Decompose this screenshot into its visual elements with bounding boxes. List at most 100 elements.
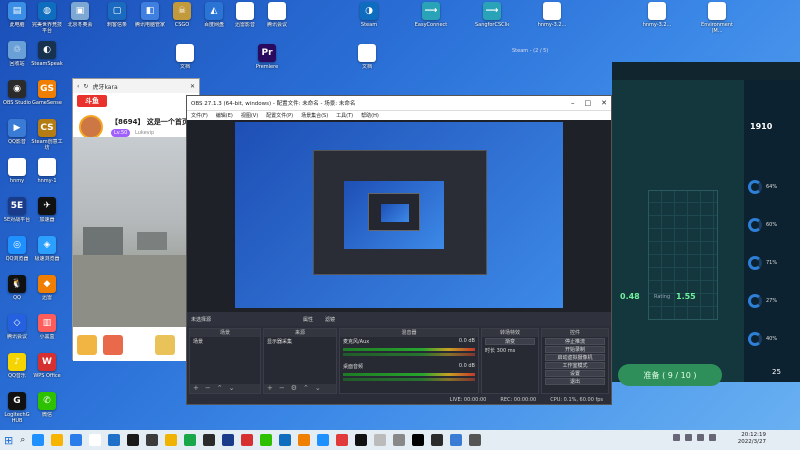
tray-icon[interactable] bbox=[709, 434, 716, 441]
taskbar-app-icon[interactable] bbox=[222, 434, 235, 446]
desktop-icon[interactable]: hnmy-1 bbox=[30, 158, 64, 184]
volume-slider[interactable] bbox=[343, 378, 475, 381]
desktop-icon[interactable]: ◭ 百度网盘 bbox=[197, 2, 231, 28]
desktop-icon[interactable]: ◧ 腾讯电脑管家 bbox=[133, 2, 167, 28]
taskbar-app-icon[interactable] bbox=[165, 434, 178, 446]
desktop-icon[interactable]: ◐ SteamSpeak bbox=[30, 41, 64, 67]
taskbar-app-icon[interactable] bbox=[298, 434, 311, 446]
clock[interactable]: 20:12:19 2022/3/27 bbox=[738, 432, 766, 446]
desktop-icon[interactable]: ▤ 此电脑 bbox=[0, 2, 34, 28]
desktop-icon[interactable]: ◆ 迅雷 bbox=[30, 275, 64, 301]
desktop-icon[interactable]: 文档 bbox=[168, 44, 202, 70]
live-stream-window[interactable]: ‹ ↻ 虎牙kara ✕ 斗鱼 【8694】 这是一个首页帐 Lv.50 Luk… bbox=[72, 78, 201, 361]
desktop-icon[interactable]: hnmy-3.2... bbox=[640, 2, 674, 28]
desktop-icon[interactable]: ◍ 完美世界竞技平台 bbox=[30, 2, 64, 34]
obs-menu-item[interactable]: 工具(T) bbox=[336, 112, 353, 119]
desktop-icon[interactable]: ◈ 极速浏览器 bbox=[30, 236, 64, 262]
taskbar-app-icon[interactable] bbox=[336, 434, 349, 446]
taskbar-app-icon[interactable] bbox=[203, 434, 216, 446]
search-icon[interactable]: ⌕ bbox=[20, 435, 25, 445]
ready-button[interactable]: 准备 ( 9 / 10 ) bbox=[618, 364, 722, 386]
taskbar-app-icon[interactable] bbox=[279, 434, 292, 446]
taskbar-app-icon[interactable] bbox=[127, 434, 140, 446]
desktop-icon[interactable]: Pr Premiere bbox=[250, 44, 284, 70]
maximize-icon[interactable]: □ bbox=[585, 99, 592, 107]
taskbar-app-icon[interactable] bbox=[317, 434, 330, 446]
desktop-icon[interactable]: ◑ Steam bbox=[352, 2, 386, 28]
taskbar-app-icon[interactable] bbox=[393, 434, 406, 446]
obs-preview[interactable] bbox=[187, 120, 611, 312]
gift-item[interactable] bbox=[103, 335, 123, 355]
desktop-icon[interactable]: ✈ 加速器 bbox=[30, 197, 64, 223]
obs-menu-item[interactable]: 场景集合(S) bbox=[301, 112, 328, 119]
close-icon[interactable]: ✕ bbox=[601, 99, 607, 107]
desktop-icon[interactable]: W WPS Office bbox=[30, 353, 64, 379]
desktop-icon[interactable]: ▣ 北京冬奥会 bbox=[63, 2, 97, 28]
desktop-icon[interactable]: ▢ 刺客信条 bbox=[100, 2, 134, 28]
taskbar-app-icon[interactable] bbox=[51, 434, 64, 446]
taskbar-app-icon[interactable] bbox=[355, 434, 368, 446]
desktop-icon[interactable]: ⟶ SangforCSClient bbox=[475, 2, 509, 28]
streamer-avatar[interactable] bbox=[79, 115, 103, 139]
down-icon[interactable]: ⌄ bbox=[229, 384, 235, 393]
taskbar-app-icon[interactable] bbox=[146, 434, 159, 446]
game-client-window[interactable]: Steam - (2 / 5) 0.48 Rating 1.55 准备 ( 9 … bbox=[512, 48, 800, 386]
taskbar-app-icon[interactable] bbox=[108, 434, 121, 446]
control-button[interactable]: 停止推流 bbox=[545, 338, 605, 345]
control-button[interactable]: 退出 bbox=[545, 378, 605, 385]
obs-menu-item[interactable]: 帮助(H) bbox=[361, 112, 379, 119]
filters-button[interactable]: 滤镜 bbox=[325, 316, 335, 323]
control-button[interactable]: 工作室模式 bbox=[545, 362, 605, 369]
desktop-icon[interactable]: 文档 bbox=[350, 44, 384, 70]
desktop-icon[interactable]: ⟶ EasyConnect bbox=[414, 2, 448, 28]
remove-icon[interactable]: − bbox=[279, 384, 285, 393]
duration-input[interactable]: 300 ms bbox=[497, 348, 516, 354]
up-icon[interactable]: ⌃ bbox=[303, 384, 309, 393]
obs-menu-item[interactable]: 编辑(E) bbox=[216, 112, 233, 119]
add-icon[interactable]: + bbox=[267, 384, 273, 393]
desktop-icon[interactable]: CS Steam创意工坊 bbox=[30, 119, 64, 151]
obs-menu-item[interactable]: 配置文件(P) bbox=[266, 112, 293, 119]
transition-select[interactable]: 渐变 bbox=[485, 338, 535, 345]
add-icon[interactable]: + bbox=[193, 384, 199, 393]
desktop-icon[interactable]: 🐧 QQ bbox=[0, 275, 34, 301]
taskbar-app-icon[interactable] bbox=[450, 434, 463, 446]
taskbar-app-icon[interactable] bbox=[374, 434, 387, 446]
desktop-icon[interactable]: 腾讯会议 bbox=[260, 2, 294, 28]
desktop-icon[interactable]: G LogitechG HUB bbox=[0, 392, 34, 424]
desktop-icon[interactable]: Environment (M... bbox=[700, 2, 734, 34]
source-item[interactable]: 显示器采集 bbox=[264, 337, 336, 346]
obs-menu-item[interactable]: 文件(F) bbox=[191, 112, 208, 119]
tray-icon[interactable] bbox=[685, 434, 692, 441]
taskbar-app-icon[interactable] bbox=[469, 434, 482, 446]
desktop-icon[interactable]: ♪ QQ音乐 bbox=[0, 353, 34, 379]
control-button[interactable]: 设置 bbox=[545, 370, 605, 377]
desktop-icon[interactable]: ◇ 腾讯会议 bbox=[0, 314, 34, 340]
down-icon[interactable]: ⌄ bbox=[315, 384, 321, 393]
desktop-icon[interactable]: 迅雷影音 bbox=[228, 2, 262, 28]
close-icon[interactable]: ✕ bbox=[190, 83, 195, 90]
desktop-icon[interactable]: ☠ CSGO bbox=[165, 2, 199, 28]
gear-icon[interactable]: ⚙ bbox=[291, 384, 297, 393]
start-icon[interactable]: ⊞ bbox=[4, 434, 13, 447]
live-video[interactable] bbox=[73, 137, 201, 327]
gift-item[interactable] bbox=[155, 335, 175, 355]
taskbar-app-icon[interactable] bbox=[184, 434, 197, 446]
tray-icon[interactable] bbox=[673, 434, 680, 441]
taskbar-app-icon[interactable] bbox=[32, 434, 45, 446]
desktop-icon[interactable]: GS GameSense bbox=[30, 80, 64, 106]
desktop-icon[interactable]: ▥ 小黑盒 bbox=[30, 314, 64, 340]
desktop-icon[interactable]: ◎ QQ浏览器 bbox=[0, 236, 34, 262]
control-button[interactable]: 开始录制 bbox=[545, 346, 605, 353]
taskbar-app-icon[interactable] bbox=[260, 434, 273, 446]
obs-window[interactable]: OBS 27.1.3 (64-bit, windows) - 配置文件: 未命名… bbox=[186, 95, 612, 405]
up-icon[interactable]: ⌃ bbox=[217, 384, 223, 393]
volume-slider[interactable] bbox=[343, 353, 475, 356]
desktop-icon[interactable]: 5E 5E对战平台 bbox=[0, 197, 34, 223]
taskbar-app-icon[interactable] bbox=[70, 434, 83, 446]
desktop-icon[interactable]: ✆ 微信 bbox=[30, 392, 64, 418]
remove-icon[interactable]: − bbox=[205, 384, 211, 393]
taskbar-app-icon[interactable] bbox=[89, 434, 102, 446]
properties-button[interactable]: 属性 bbox=[303, 316, 313, 323]
desktop-icon[interactable]: hnmy bbox=[0, 158, 34, 184]
